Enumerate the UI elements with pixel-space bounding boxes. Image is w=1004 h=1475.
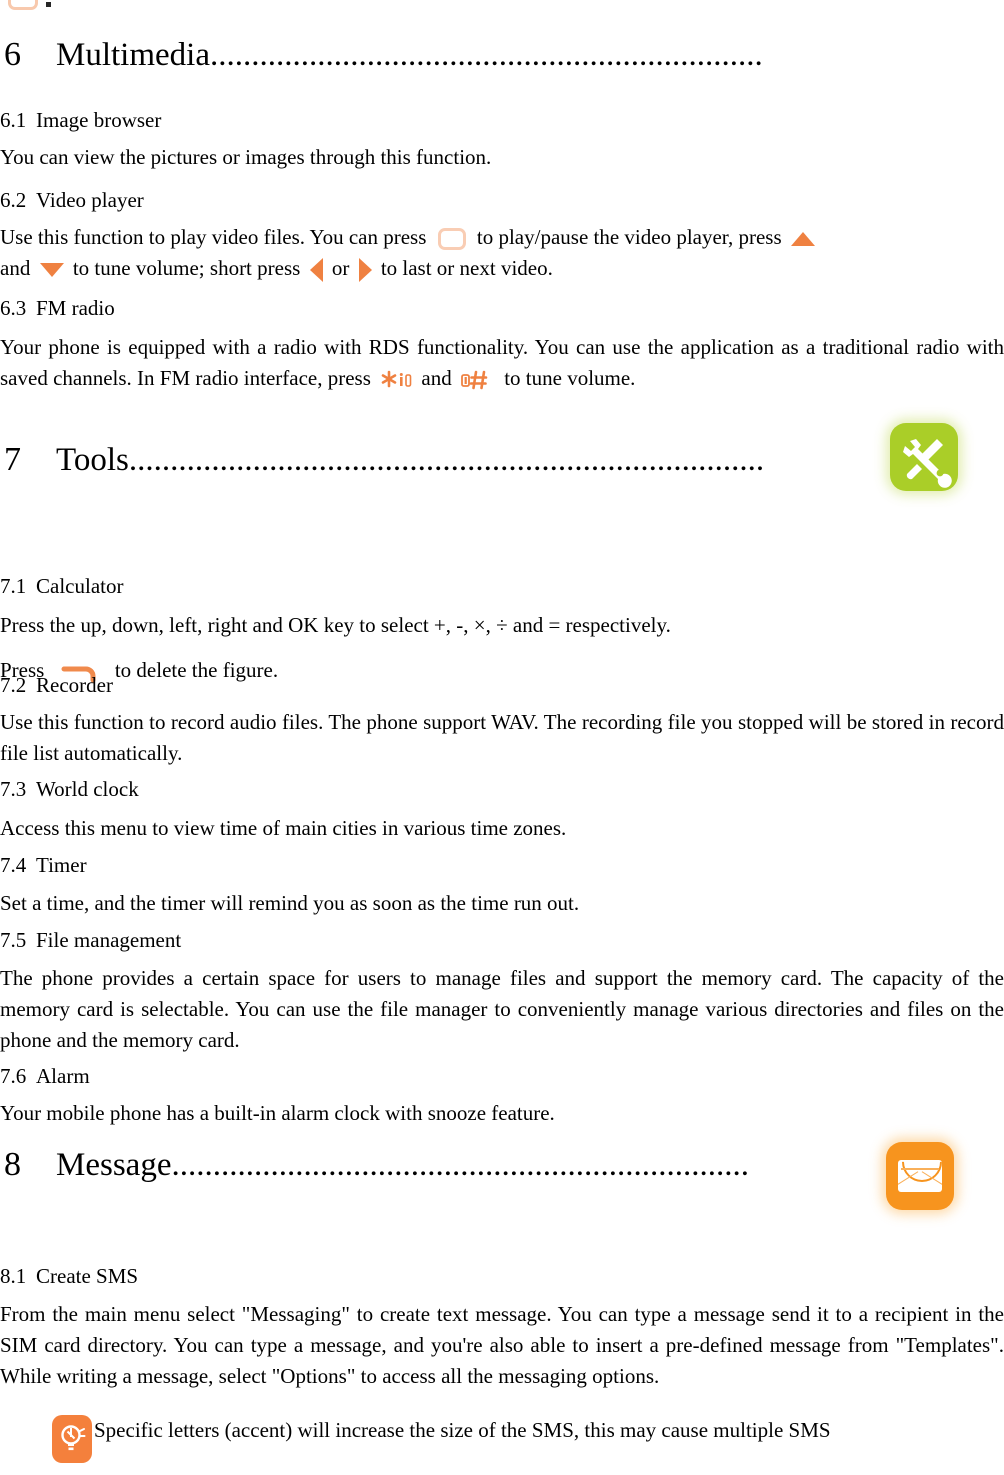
section-heading-7-4: 7.4 Timer	[0, 855, 87, 876]
paragraph-file-management: The phone provides a certain space for u…	[0, 966, 1004, 1052]
section-title: FM radio	[36, 296, 115, 320]
message-icon	[886, 1142, 954, 1210]
up-arrow-key-icon	[790, 232, 815, 247]
paragraph-image-browser: You can view the pictures or images thro…	[0, 145, 492, 169]
chapter-title: Message.................................…	[56, 1149, 749, 1182]
section-number: 6.2	[0, 188, 27, 212]
chapter-heading-message: 8 Message...............................…	[0, 1148, 1004, 1182]
ok-key-icon	[437, 228, 466, 251]
section-title: Calculator	[36, 574, 124, 598]
chapter-title: Tools...................................…	[56, 444, 765, 477]
section-heading-8-1: 8.1 Create SMS	[0, 1266, 138, 1287]
left-arrow-key-icon	[309, 258, 323, 283]
section-number: 7.5	[0, 928, 27, 952]
section-title: File management	[36, 928, 182, 952]
paragraph-timer: Set a time, and the timer will remind yo…	[0, 891, 580, 915]
section-number: 6.1	[0, 108, 27, 132]
chapter-heading-multimedia: 6 Multimedia............................…	[0, 38, 1004, 72]
section-title: Image browser	[36, 108, 162, 132]
section-title: Recorder	[36, 673, 113, 697]
tools-icon	[890, 423, 958, 491]
section-number: 6.3	[0, 296, 27, 320]
section-heading-7-5: 7.5 File management	[0, 930, 181, 951]
paragraph-create-sms: From the main menu select "Messaging" to…	[0, 1302, 1004, 1388]
video-player-text-1: Use this function to play video files. Y…	[0, 225, 427, 249]
section-number: 7.6	[0, 1064, 27, 1088]
section-heading-7-6: 7.6 Alarm	[0, 1066, 90, 1087]
paragraph-calculator-delete: Press to delete the figure.	[0, 655, 1004, 685]
section-heading-6-1: 6.1 Image browser	[0, 110, 161, 131]
fm-radio-text-3: to tune volume.	[504, 366, 636, 390]
chapter-heading-tools: 7 Tools.................................…	[0, 443, 1004, 477]
paragraph-recorder: Use this function to record audio files.…	[0, 710, 1004, 765]
tip-note-text: Specific letters (accent) will increase …	[94, 1418, 831, 1442]
section-number: 7.4	[0, 853, 27, 877]
section-number: 7.1	[0, 574, 27, 598]
section-heading-6-2: 6.2 Video player	[0, 190, 144, 211]
calculator-text-2: to delete the figure.	[114, 658, 279, 682]
section-number: 8.1	[0, 1264, 27, 1288]
chapter-number: 6	[4, 36, 21, 73]
down-arrow-key-icon	[39, 263, 64, 278]
section-title: Create SMS	[36, 1264, 139, 1288]
chapter-number: 7	[4, 441, 21, 478]
section-heading-7-2: 7.2 Recorder	[0, 675, 113, 696]
fm-radio-text-1: Your phone is equipped with a radio with…	[0, 335, 1004, 390]
paragraph-alarm: Your mobile phone has a built-in alarm c…	[0, 1101, 555, 1125]
tip-bulb-icon	[52, 1415, 92, 1463]
text-fragment-dot	[46, 2, 51, 7]
section-number: 7.2	[0, 673, 27, 697]
paragraph-fm-radio: Your phone is equipped with a radio with…	[0, 332, 1004, 394]
section-title: Video player	[36, 188, 144, 212]
paragraph-world-clock: Access this menu to view time of main ci…	[0, 816, 567, 840]
hash-key-icon	[460, 369, 496, 391]
section-heading-7-1: 7.1 Calculator	[0, 576, 123, 597]
chapter-number: 8	[4, 1146, 21, 1183]
tip-note-sms: Specific letters (accent) will increase …	[52, 1415, 831, 1463]
section-number: 7.3	[0, 777, 27, 801]
section-heading-7-3: 7.3 World clock	[0, 779, 139, 800]
star-key-icon	[379, 369, 413, 391]
section-heading-6-3: 6.3 FM radio	[0, 298, 115, 319]
envelope-fold-right	[921, 1171, 942, 1186]
fm-radio-text-2: and	[421, 366, 452, 390]
envelope-fold-left	[898, 1171, 919, 1186]
tip-icon-partial	[8, 0, 38, 10]
paragraph-video-player: Use this function to play video files. Y…	[0, 222, 1004, 284]
video-player-text-6: to last or next video.	[380, 256, 553, 280]
paragraph-calculator-keys: Press the up, down, left, right and OK k…	[0, 613, 671, 637]
video-player-text-4: to tune volume; short press	[72, 256, 301, 280]
envelope-glyph	[898, 1160, 942, 1192]
video-player-text-2: to play/pause the video player, press	[476, 225, 782, 249]
right-arrow-key-icon	[358, 258, 372, 283]
chapter-title: Multimedia..............................…	[56, 39, 763, 72]
manual-page: 6 Multimedia............................…	[0, 0, 1004, 1475]
section-title: World clock	[36, 777, 139, 801]
section-title: Alarm	[36, 1064, 90, 1088]
video-player-text-3: and	[0, 256, 31, 280]
video-player-text-5: or	[331, 256, 350, 280]
section-title: Timer	[36, 853, 87, 877]
